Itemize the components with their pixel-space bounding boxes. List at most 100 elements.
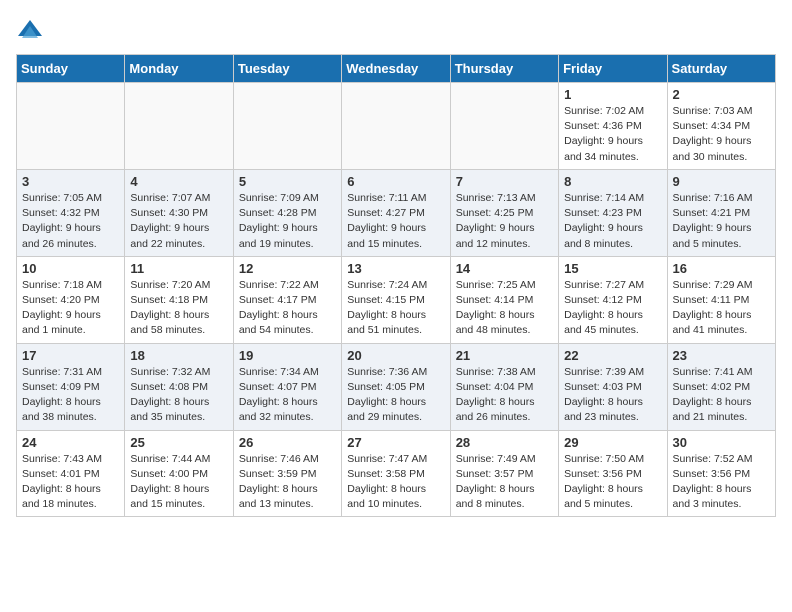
day-info: Sunrise: 7:16 AM Sunset: 4:21 PM Dayligh…: [673, 192, 753, 250]
day-number: 17: [22, 348, 119, 363]
calendar-cell: [450, 83, 558, 170]
day-number: 25: [130, 435, 227, 450]
day-number: 18: [130, 348, 227, 363]
calendar-cell: 11 Sunrise: 7:20 AM Sunset: 4:18 PM Dayli…: [125, 256, 233, 343]
calendar-cell: [342, 83, 450, 170]
day-info: Sunrise: 7:02 AM Sunset: 4:36 PM Dayligh…: [564, 105, 644, 163]
weekday-header-saturday: Saturday: [667, 55, 775, 83]
calendar-week-row: 24 Sunrise: 7:43 AM Sunset: 4:01 PM Dayli…: [17, 430, 776, 517]
day-info: Sunrise: 7:09 AM Sunset: 4:28 PM Dayligh…: [239, 192, 319, 250]
calendar-cell: 19Sunrise: 7:34 AM Sunset: 4:07 PM Dayli…: [233, 343, 341, 430]
calendar-cell: 21 Sunrise: 7:38 AM Sunset: 4:04 PM Dayli…: [450, 343, 558, 430]
page-header: [16, 16, 776, 44]
day-info: Sunrise: 7:24 AM Sunset: 4:15 PM Dayligh…: [347, 279, 427, 337]
day-info: Sunrise: 7:41 AM Sunset: 4:02 PM Dayligh…: [673, 366, 753, 424]
day-number: 11: [130, 261, 227, 276]
day-info: Sunrise: 7:47 AM Sunset: 3:58 PM Dayligh…: [347, 453, 427, 511]
day-number: 10: [22, 261, 119, 276]
weekday-header-monday: Monday: [125, 55, 233, 83]
day-number: 30: [673, 435, 770, 450]
calendar-table: SundayMondayTuesdayWednesdayThursdayFrid…: [16, 54, 776, 517]
day-info: Sunrise: 7:14 AM Sunset: 4:23 PM Dayligh…: [564, 192, 644, 250]
day-number: 28: [456, 435, 553, 450]
day-number: 3: [22, 174, 119, 189]
calendar-cell: 20 Sunrise: 7:36 AM Sunset: 4:05 PM Dayli…: [342, 343, 450, 430]
day-number: 23: [673, 348, 770, 363]
day-info: Sunrise: 7:18 AM Sunset: 4:20 PM Dayligh…: [22, 279, 102, 337]
calendar-cell: 27Sunrise: 7:47 AM Sunset: 3:58 PM Dayli…: [342, 430, 450, 517]
calendar-cell: 9 Sunrise: 7:16 AM Sunset: 4:21 PM Daylig…: [667, 169, 775, 256]
day-number: 8: [564, 174, 661, 189]
day-info: Sunrise: 7:13 AM Sunset: 4:25 PM Dayligh…: [456, 192, 536, 250]
day-info: Sunrise: 7:43 AM Sunset: 4:01 PM Dayligh…: [22, 453, 102, 511]
weekday-header-friday: Friday: [559, 55, 667, 83]
day-number: 14: [456, 261, 553, 276]
calendar-cell: 12Sunrise: 7:22 AM Sunset: 4:17 PM Dayli…: [233, 256, 341, 343]
day-info: Sunrise: 7:44 AM Sunset: 4:00 PM Dayligh…: [130, 453, 210, 511]
logo: [16, 16, 48, 44]
calendar-cell: [17, 83, 125, 170]
day-number: 9: [673, 174, 770, 189]
calendar-cell: 10 Sunrise: 7:18 AM Sunset: 4:20 PM Dayli…: [17, 256, 125, 343]
day-number: 13: [347, 261, 444, 276]
weekday-header-row: SundayMondayTuesdayWednesdayThursdayFrid…: [17, 55, 776, 83]
calendar-cell: 7 Sunrise: 7:13 AM Sunset: 4:25 PM Daylig…: [450, 169, 558, 256]
calendar-cell: [233, 83, 341, 170]
calendar-cell: 1Sunrise: 7:02 AM Sunset: 4:36 PM Daylig…: [559, 83, 667, 170]
calendar-cell: 22 Sunrise: 7:39 AM Sunset: 4:03 PM Dayli…: [559, 343, 667, 430]
day-number: 20: [347, 348, 444, 363]
calendar-week-row: 10 Sunrise: 7:18 AM Sunset: 4:20 PM Dayli…: [17, 256, 776, 343]
calendar-cell: 15 Sunrise: 7:27 AM Sunset: 4:12 PM Dayli…: [559, 256, 667, 343]
calendar-cell: 18 Sunrise: 7:32 AM Sunset: 4:08 PM Dayli…: [125, 343, 233, 430]
calendar-cell: 30 Sunrise: 7:52 AM Sunset: 3:56 PM Dayli…: [667, 430, 775, 517]
day-info: Sunrise: 7:29 AM Sunset: 4:11 PM Dayligh…: [673, 279, 753, 337]
day-number: 15: [564, 261, 661, 276]
calendar-cell: 5 Sunrise: 7:09 AM Sunset: 4:28 PM Daylig…: [233, 169, 341, 256]
day-number: 24: [22, 435, 119, 450]
day-number: 22: [564, 348, 661, 363]
calendar-cell: 13 Sunrise: 7:24 AM Sunset: 4:15 PM Dayli…: [342, 256, 450, 343]
day-info: Sunrise: 7:11 AM Sunset: 4:27 PM Dayligh…: [347, 192, 426, 250]
day-number: 21: [456, 348, 553, 363]
calendar-cell: 25 Sunrise: 7:44 AM Sunset: 4:00 PM Dayli…: [125, 430, 233, 517]
calendar-cell: 4Sunrise: 7:07 AM Sunset: 4:30 PM Daylig…: [125, 169, 233, 256]
day-info: Sunrise: 7:27 AM Sunset: 4:12 PM Dayligh…: [564, 279, 644, 337]
calendar-cell: 28 Sunrise: 7:49 AM Sunset: 3:57 PM Dayli…: [450, 430, 558, 517]
day-number: 19: [239, 348, 336, 363]
day-number: 29: [564, 435, 661, 450]
day-info: Sunrise: 7:52 AM Sunset: 3:56 PM Dayligh…: [673, 453, 753, 511]
calendar-cell: 24 Sunrise: 7:43 AM Sunset: 4:01 PM Dayli…: [17, 430, 125, 517]
day-number: 26: [239, 435, 336, 450]
calendar-cell: 29 Sunrise: 7:50 AM Sunset: 3:56 PM Dayli…: [559, 430, 667, 517]
weekday-header-sunday: Sunday: [17, 55, 125, 83]
calendar-cell: 3 Sunrise: 7:05 AM Sunset: 4:32 PM Daylig…: [17, 169, 125, 256]
day-number: 16: [673, 261, 770, 276]
weekday-header-tuesday: Tuesday: [233, 55, 341, 83]
calendar-cell: 23 Sunrise: 7:41 AM Sunset: 4:02 PM Dayli…: [667, 343, 775, 430]
calendar-cell: 16 Sunrise: 7:29 AM Sunset: 4:11 PM Dayli…: [667, 256, 775, 343]
day-info: Sunrise: 7:50 AM Sunset: 3:56 PM Dayligh…: [564, 453, 644, 511]
calendar-cell: 8 Sunrise: 7:14 AM Sunset: 4:23 PM Daylig…: [559, 169, 667, 256]
day-info: Sunrise: 7:07 AM Sunset: 4:30 PM Dayligh…: [130, 192, 210, 250]
day-number: 5: [239, 174, 336, 189]
day-info: Sunrise: 7:39 AM Sunset: 4:03 PM Dayligh…: [564, 366, 644, 424]
day-info: Sunrise: 7:36 AM Sunset: 4:05 PM Dayligh…: [347, 366, 427, 424]
calendar-cell: 2 Sunrise: 7:03 AM Sunset: 4:34 PM Daylig…: [667, 83, 775, 170]
weekday-header-thursday: Thursday: [450, 55, 558, 83]
calendar-cell: 17 Sunrise: 7:31 AM Sunset: 4:09 PM Dayli…: [17, 343, 125, 430]
day-info: Sunrise: 7:38 AM Sunset: 4:04 PM Dayligh…: [456, 366, 536, 424]
weekday-header-wednesday: Wednesday: [342, 55, 450, 83]
calendar-cell: 6 Sunrise: 7:11 AM Sunset: 4:27 PM Daylig…: [342, 169, 450, 256]
day-info: Sunrise: 7:20 AM Sunset: 4:18 PM Dayligh…: [130, 279, 210, 337]
day-number: 6: [347, 174, 444, 189]
day-info: Sunrise: 7:32 AM Sunset: 4:08 PM Dayligh…: [130, 366, 210, 424]
logo-icon: [16, 16, 44, 44]
day-info: Sunrise: 7:49 AM Sunset: 3:57 PM Dayligh…: [456, 453, 536, 511]
calendar-week-row: 1Sunrise: 7:02 AM Sunset: 4:36 PM Daylig…: [17, 83, 776, 170]
day-number: 7: [456, 174, 553, 189]
calendar-cell: 14Sunrise: 7:25 AM Sunset: 4:14 PM Dayli…: [450, 256, 558, 343]
day-info: Sunrise: 7:03 AM Sunset: 4:34 PM Dayligh…: [673, 105, 753, 163]
day-number: 2: [673, 87, 770, 102]
day-info: Sunrise: 7:31 AM Sunset: 4:09 PM Dayligh…: [22, 366, 102, 424]
day-info: Sunrise: 7:05 AM Sunset: 4:32 PM Dayligh…: [22, 192, 102, 250]
